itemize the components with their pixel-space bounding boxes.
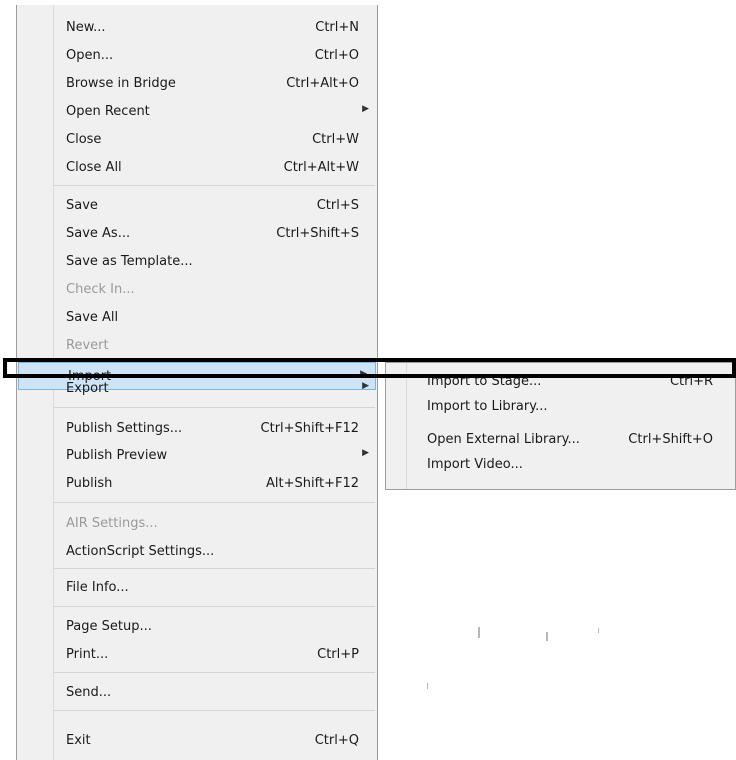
menu-item-label: AIR Settings... (66, 516, 158, 531)
menu-item-browse-in-bridge[interactable]: Browse in Bridge Ctrl+Alt+O (17, 70, 377, 98)
menu-item-shortcut: Ctrl+O (314, 48, 359, 63)
submenu-item-label: Import to Library... (427, 399, 548, 414)
menu-separator (54, 568, 375, 569)
menu-item-label: Send... (66, 685, 112, 700)
menu-item-save-all[interactable]: Save All (17, 304, 377, 332)
menu-item-publish[interactable]: Publish Alt+Shift+F12 (17, 470, 377, 498)
menu-item-shortcut: Ctrl+P (317, 647, 359, 662)
menu-item-label: Revert (66, 338, 109, 353)
menu-item-close[interactable]: Close Ctrl+W (17, 126, 377, 154)
menu-separator (54, 672, 375, 673)
menu-separator (54, 185, 375, 186)
menu-item-label: Open... (66, 48, 114, 63)
menu-item-send[interactable]: Send... (17, 679, 377, 707)
menu-item-new[interactable]: New... Ctrl+N (17, 14, 377, 42)
import-submenu: Import to Stage... Ctrl+R Import to Libr… (385, 362, 736, 490)
menu-item-label: Publish Settings... (66, 421, 183, 436)
menu-item-label: Open Recent (66, 104, 150, 119)
file-menu: New... Ctrl+N Open... Ctrl+O Browse in B… (16, 5, 378, 760)
menu-item-label: File Info... (66, 580, 129, 595)
menu-separator (54, 710, 375, 711)
menu-separator (54, 606, 375, 607)
menu-item-label: Save All (66, 310, 119, 325)
menu-item-label: Close (66, 132, 102, 147)
submenu-arrow-icon: ▶ (362, 104, 369, 114)
menu-item-shortcut: Ctrl+Q (314, 733, 359, 748)
menu-item-page-setup[interactable]: Page Setup... (17, 613, 377, 641)
menu-item-save[interactable]: Save Ctrl+S (17, 192, 377, 220)
menu-item-shortcut: Ctrl+Shift+S (276, 226, 359, 241)
menu-item-shortcut: Ctrl+Alt+O (286, 76, 359, 91)
menu-item-save-as[interactable]: Save As... Ctrl+Shift+S (17, 220, 377, 248)
menu-item-file-info[interactable]: File Info... (17, 574, 377, 602)
artifact-speck (478, 627, 480, 638)
menu-item-label: Save (66, 198, 98, 213)
menu-item-label: Publish (66, 476, 113, 491)
submenu-item-label: Import to Stage... (427, 374, 542, 389)
menu-item-label: New... (66, 20, 106, 35)
menu-item-save-as-template[interactable]: Save as Template... (17, 248, 377, 276)
menu-item-publish-preview[interactable]: Publish Preview ▶ (17, 442, 377, 470)
menu-item-label: Save as Template... (66, 254, 193, 269)
submenu-item-import-video[interactable]: Import Video... (386, 451, 735, 479)
menu-item-revert: Revert (17, 332, 377, 360)
artifact-speck (546, 632, 548, 641)
submenu-item-label: Import Video... (427, 457, 523, 472)
menu-item-close-all[interactable]: Close All Ctrl+Alt+W (17, 154, 377, 182)
submenu-arrow-icon: ▶ (362, 381, 369, 391)
menu-item-label: ActionScript Settings... (66, 544, 215, 559)
artifact-speck (598, 628, 599, 633)
menu-item-label: Browse in Bridge (66, 76, 176, 91)
menu-item-print[interactable]: Print... Ctrl+P (17, 641, 377, 669)
menu-item-shortcut: Ctrl+W (312, 132, 359, 147)
menu-separator (54, 407, 375, 408)
menu-item-shortcut: Alt+Shift+F12 (266, 476, 359, 491)
menu-item-shortcut: Ctrl+Shift+F12 (260, 421, 359, 436)
menu-item-open-recent[interactable]: Open Recent ▶ (17, 98, 377, 126)
menu-item-label: Export (66, 381, 109, 396)
menu-item-actionscript-settings[interactable]: ActionScript Settings... (17, 538, 377, 566)
menu-item-publish-settings[interactable]: Publish Settings... Ctrl+Shift+F12 (17, 415, 377, 443)
artifact-speck (427, 683, 428, 689)
submenu-item-label: Open External Library... (427, 432, 580, 447)
menu-separator (54, 502, 375, 503)
menu-item-shortcut: Ctrl+Alt+W (283, 160, 359, 175)
menu-item-exit[interactable]: Exit Ctrl+Q (17, 727, 377, 755)
menu-item-shortcut: Ctrl+N (315, 20, 359, 35)
menu-item-label: Exit (66, 733, 91, 748)
menu-item-label: Print... (66, 647, 109, 662)
submenu-arrow-icon: ▶ (362, 448, 369, 458)
menu-item-air-settings: AIR Settings... (17, 510, 377, 538)
submenu-item-shortcut: Ctrl+R (669, 374, 713, 389)
menu-item-shortcut: Ctrl+S (316, 198, 359, 213)
menu-item-export[interactable]: Export ▶ (17, 375, 377, 403)
submenu-item-import-to-library[interactable]: Import to Library... (386, 393, 735, 421)
menu-item-label: Close All (66, 160, 122, 175)
menu-item-check-in: Check In... (17, 276, 377, 304)
menu-item-label: Page Setup... (66, 619, 152, 634)
menu-item-label: Save As... (66, 226, 131, 241)
menu-item-open[interactable]: Open... Ctrl+O (17, 42, 377, 70)
menu-item-label: Publish Preview (66, 448, 168, 463)
submenu-item-shortcut: Ctrl+Shift+O (628, 432, 713, 447)
submenu-item-open-external-library[interactable]: Open External Library... Ctrl+Shift+O (386, 426, 735, 454)
submenu-item-import-to-stage[interactable]: Import to Stage... Ctrl+R (386, 368, 735, 396)
menu-item-label: Check In... (66, 282, 135, 297)
